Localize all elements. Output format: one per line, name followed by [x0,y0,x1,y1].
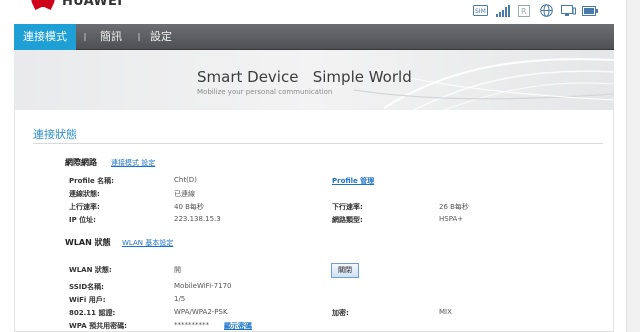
wpa-psk-label: WPA 預共用密碼: [69,322,127,330]
auth-label: 802.11 認證: [69,309,116,317]
huawei-flower-icon [29,0,57,10]
main-nav: 連接模式 簡訊 設定 [14,24,614,50]
connection-status-label: 連線狀態: [69,190,100,198]
wifi-users-label: WiFi 用戶: [69,296,106,304]
wpa-psk-value: ********** [174,321,209,329]
ssid-label: SSID名稱: [69,283,104,291]
main-content: 連接狀態 網際網路 連接模式 設定 Profile 名稱: Cht(D) Pro… [14,110,614,332]
download-rate-value: 26 B每秒 [439,203,469,211]
tab-separator [138,33,140,41]
network-section-heading: 網際網路 [65,158,97,167]
brand-name: HUAWEI [62,0,123,9]
upload-rate-label: 上行速率: [69,203,100,211]
download-rate-label: 下行速率: [332,203,363,211]
encryption-label: 加密: [332,309,349,317]
network-type-value: HSPA+ [439,215,464,223]
roaming-icon: R [516,4,532,17]
profile-name-value: Cht(D) [174,176,197,184]
tab-separator [84,33,86,41]
globe-icon [538,4,554,17]
wlan-basic-settings-link[interactable]: WLAN 基本設定 [122,238,173,248]
banner-title: Smart Device Simple World [197,68,412,86]
upload-rate-value: 40 B每秒 [174,203,204,211]
tab-connection-mode[interactable]: 連接模式 [14,24,76,50]
svg-text:SIM: SIM [475,8,486,15]
show-password-link[interactable]: 顯示密碼 [224,321,252,331]
tab-sms[interactable]: 簡訊 [91,24,131,50]
huawei-logo: HUAWEI [29,0,123,10]
auth-value: WPA/WPA2-PSK [174,308,228,316]
title-divider [33,143,603,144]
profile-name-label: Profile 名稱: [69,177,114,185]
connection-mode-settings-link[interactable]: 連接模式 設定 [111,158,155,168]
wifi-users-value: 1/5 [174,295,186,303]
signal-icon [494,4,510,17]
page-title: 連接狀態 [33,128,77,141]
sim-icon: SIM [472,4,488,17]
device-icon [560,4,576,17]
scrollbar[interactable] [626,0,640,332]
wlan-section-heading: WLAN 狀態 [65,238,111,247]
network-type-label: 網路類型: [332,216,363,224]
ip-address-label: IP 位址: [69,216,96,224]
profile-management-link[interactable]: Profile 管理 [332,176,374,186]
connection-status-value: 已連線 [174,190,195,198]
battery-icon [582,4,598,17]
banner-subtitle: Mobilize your personal communication [197,88,333,96]
wlan-close-button[interactable]: 關閉 [331,263,359,278]
wlan-status-label: WLAN 狀態: [69,266,112,274]
ssid-value: MobileWiFi-7170 [174,282,232,290]
ip-address-value: 223.138.15.3 [174,215,221,223]
status-icons: SIM R [472,4,598,17]
wlan-status-value: 開 [174,266,181,274]
tab-settings[interactable]: 設定 [141,24,181,50]
top-bar: HUAWEI SIM R [0,0,640,26]
svg-text:R: R [521,7,527,16]
banner: Smart Device Simple World Mobilize your … [14,50,614,110]
encryption-value: MIX [439,308,452,316]
